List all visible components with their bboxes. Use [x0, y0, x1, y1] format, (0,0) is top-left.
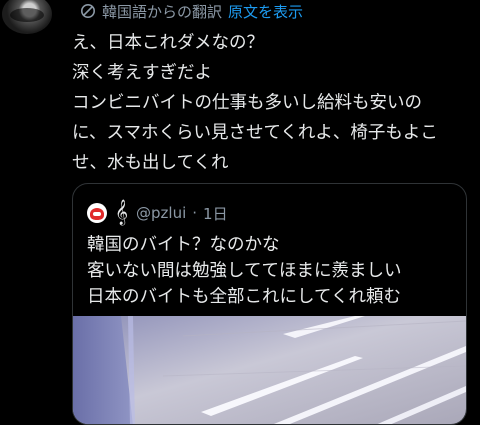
- translate-globe-icon: [80, 3, 96, 19]
- header-separator: ·: [192, 204, 198, 222]
- show-original-link[interactable]: 原文を表示: [228, 1, 303, 22]
- tweet-text: え、日本これダメなの？ 深く考えすぎだよ コンビニバイトの仕事も多いし給料も安い…: [72, 33, 438, 173]
- translation-row: 韓国語からの翻訳 原文を表示: [80, 0, 303, 22]
- quoted-author-handle[interactable]: @pzlui: [136, 204, 186, 222]
- author-avatar[interactable]: [2, 0, 52, 34]
- translation-label: 韓国語からの翻訳: [102, 2, 223, 21]
- quoted-tweet-header: 𝄞 @pzlui · 1日: [87, 202, 228, 224]
- ceiling-photo-image: [73, 316, 466, 424]
- quoted-tweet-media[interactable]: [73, 316, 466, 424]
- quoted-tweet-text: 韓国のバイト？なのかな 客いない間は勉強しててほまに羨ましい 日本のバイトも全部…: [87, 235, 402, 307]
- quoted-tweet-timestamp[interactable]: 1日: [203, 203, 228, 224]
- quoted-tweet-card[interactable]: 𝄞 @pzlui · 1日 韓国のバイト？なのかな 客いない間は勉強しててほまに…: [72, 183, 467, 425]
- quoted-author-avatar[interactable]: [87, 203, 107, 223]
- music-note-icon: 𝄞: [115, 200, 129, 225]
